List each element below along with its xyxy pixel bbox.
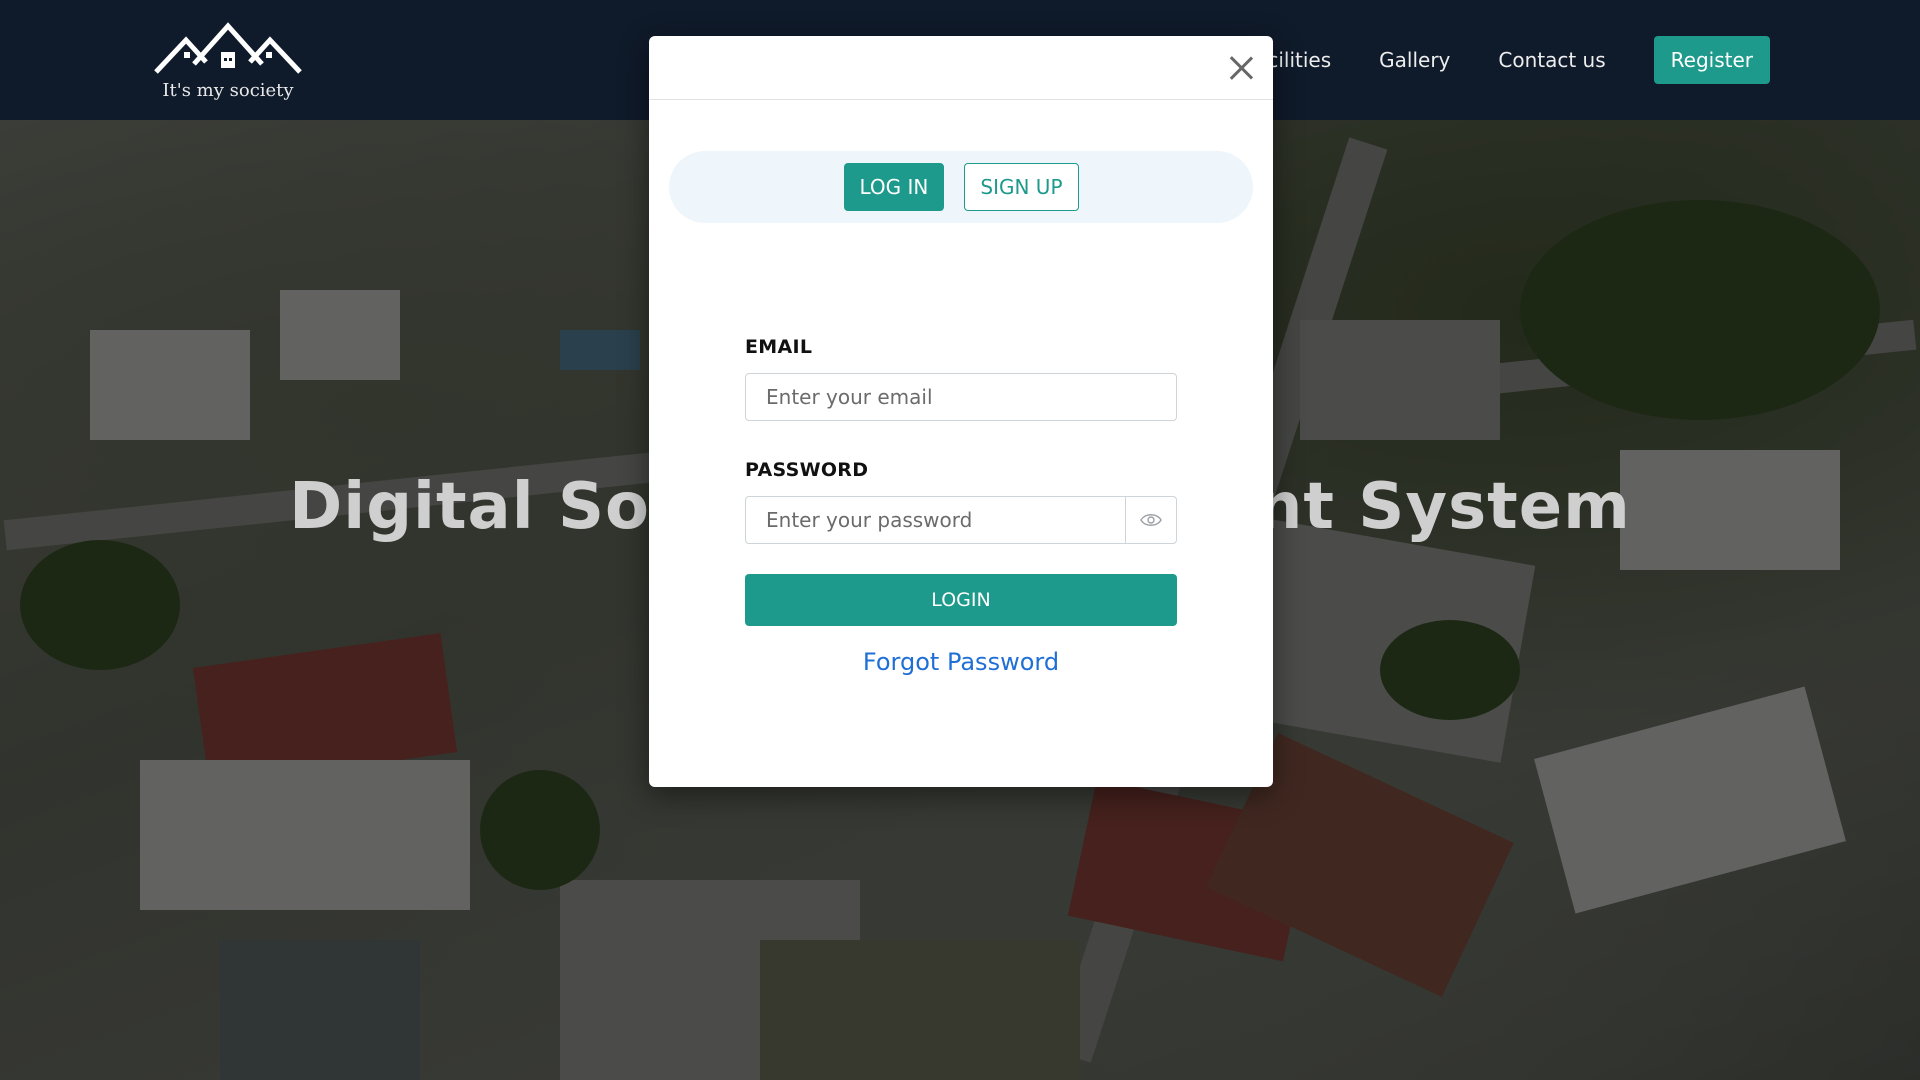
forgot-password-link[interactable]: Forgot Password: [745, 648, 1177, 676]
login-form: EMAIL PASSWORD LOGIN Forgot Password: [745, 336, 1177, 676]
modal-header: [649, 36, 1273, 100]
password-group: [745, 496, 1177, 544]
eye-icon: [1140, 514, 1162, 526]
email-label: EMAIL: [745, 336, 813, 358]
close-icon[interactable]: [1225, 52, 1257, 84]
email-field[interactable]: [745, 373, 1177, 421]
tab-sign-up[interactable]: SIGN UP: [964, 163, 1079, 211]
password-label: PASSWORD: [745, 459, 869, 481]
password-field[interactable]: [745, 496, 1126, 544]
login-button[interactable]: LOGIN: [745, 574, 1177, 626]
login-modal: LOG IN SIGN UP EMAIL PASSWORD LOGIN Forg…: [649, 36, 1273, 787]
auth-tabs: LOG IN SIGN UP: [669, 151, 1253, 223]
toggle-password-button[interactable]: [1126, 496, 1177, 544]
tab-log-in[interactable]: LOG IN: [843, 163, 945, 211]
